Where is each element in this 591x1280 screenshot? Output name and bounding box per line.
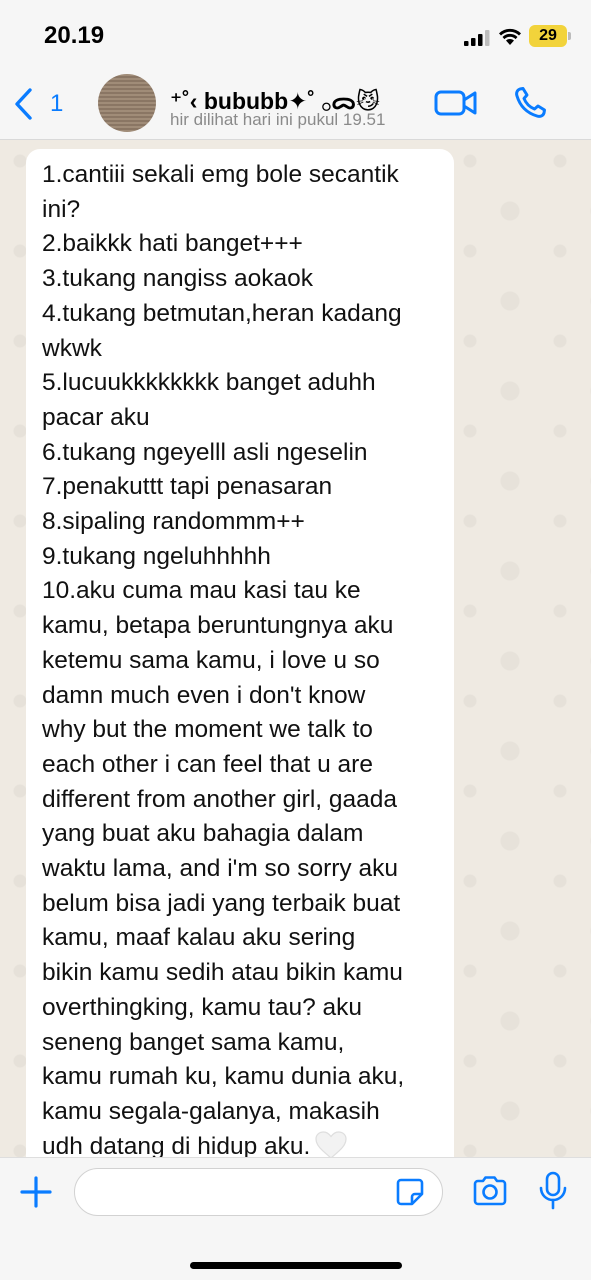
message-line: kamu, betapa beruntungnya aku [42,612,394,640]
input-bar [0,1157,591,1280]
message-line: kamu, maaf kalau aku sering [42,924,356,952]
message-line: 2.baikkk hati banget+++ [42,230,303,258]
message-line: different from another girl, gaada [42,785,398,813]
phone-icon[interactable] [513,86,547,120]
message-line: 7.penakuttt tapi penasaran [42,473,333,501]
message-line: why but the moment we talk to [42,716,373,744]
back-chevron-icon [15,88,32,120]
sticker-icon[interactable] [395,1177,425,1207]
signal-icon [464,30,490,46]
back-unread-count: 1 [50,90,64,117]
avatar[interactable] [98,74,156,132]
message-line: each other i can feel that u are [42,750,373,778]
message-line-text: udh datang di hidup aku. [42,1132,311,1157]
message-line: wkwk [42,334,102,362]
message-line: 4.tukang betmutan,heran kadang [42,299,402,327]
message-line: ketemu sama kamu, i love u so [42,646,380,674]
message-line: kamu segala-galanya, makasih [42,1097,380,1125]
message-line: 3.tukang nangiss aokaok [42,265,314,293]
message-line: ini? [42,195,81,223]
mic-icon[interactable] [537,1171,569,1211]
message-line: waktu lama, and i'm so sorry aku [42,855,398,883]
message-line: 6.tukang ngeyelll asli ngeselin [42,438,368,466]
message-line: 9.tukang ngeluhhhhh [42,542,271,570]
wifi-icon [499,28,521,45]
message-line: 5.lucuukkkkkkkk banget aduhh [42,369,376,397]
message-line: kamu rumah ku, kamu dunia aku, [42,1063,405,1091]
message-line: belum bisa jadi yang terbaik buat [42,889,401,917]
message-line: yang buat aku bahagia dalam [42,820,364,848]
chat-header: 1 ⁺˚‹ bububb✦˚ 𓂂ᯅ😼 hir dilihat hari ini … [0,72,591,140]
message-line: overthingking, kamu tau? aku [42,993,363,1021]
contact-last-seen: hir dilihat hari ini pukul 19.51 [170,110,386,129]
home-indicator [190,1262,402,1269]
status-bar: 20.19 29 [0,0,591,72]
plus-icon[interactable] [19,1175,53,1209]
heart-icon [315,1131,347,1157]
message-line: 8.sipaling randommm++ [42,508,305,536]
message-line: 1.cantiii sekali emg bole secantik [42,161,399,188]
status-time: 20.19 [44,22,105,49]
message-bubble[interactable]: 1.cantiii sekali emg bole secantik ini? … [26,149,454,1157]
message-line-last: udh datang di hidup aku. [42,1130,438,1157]
camera-icon[interactable] [471,1175,509,1207]
message-line: seneng banget sama kamu, [42,1028,345,1056]
message-line: 10.aku cuma mau kasi tau ke [42,577,361,605]
message-input[interactable] [74,1168,443,1216]
video-call-icon[interactable] [434,88,478,118]
battery-indicator: 29 [529,25,571,47]
message-line: damn much even i don't know [42,681,366,709]
message-line: pacar aku [42,403,150,431]
back-button[interactable]: 1 [12,86,63,122]
chat-area[interactable]: 1.cantiii sekali emg bole secantik ini? … [0,141,591,1157]
message-line: bikin kamu sedih atau bikin kamu [42,959,403,987]
